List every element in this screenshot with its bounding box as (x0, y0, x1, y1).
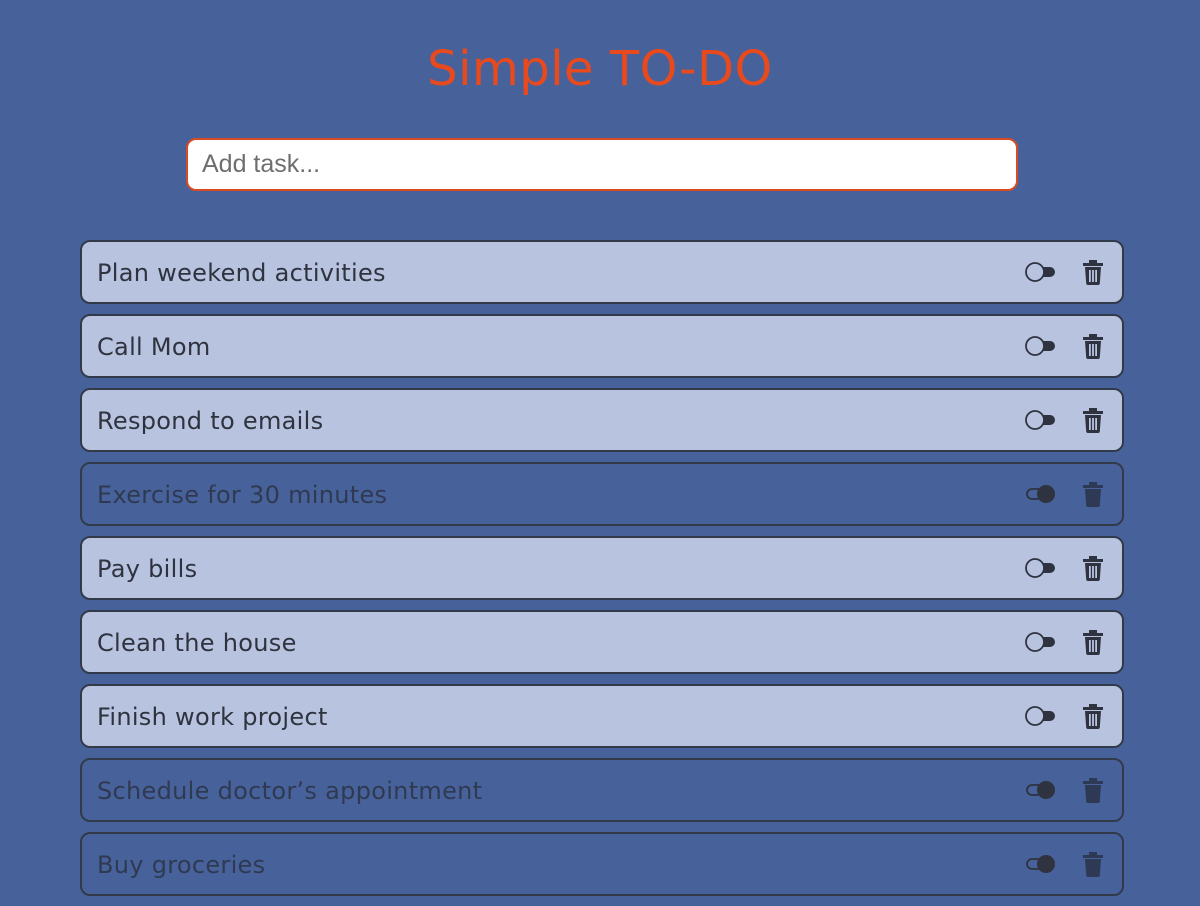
toggle-icon[interactable] (1025, 483, 1057, 505)
trash-icon[interactable] (1082, 259, 1104, 286)
task-list: Plan weekend activities Call Mom Respond… (80, 240, 1124, 906)
trash-icon[interactable] (1082, 555, 1104, 582)
task-label: Exercise for 30 minutes (97, 481, 388, 509)
task-label: Call Mom (97, 333, 211, 361)
trash-icon[interactable] (1082, 407, 1104, 434)
task-item: Schedule doctor’s appointment (80, 758, 1124, 822)
task-label: Pay bills (97, 555, 198, 583)
trash-icon[interactable] (1082, 481, 1104, 508)
trash-icon[interactable] (1082, 851, 1104, 878)
toggle-icon[interactable] (1025, 853, 1057, 875)
task-label: Buy groceries (97, 851, 266, 879)
toggle-icon[interactable] (1025, 557, 1057, 579)
task-item: Plan weekend activities (80, 240, 1124, 304)
task-item: Buy groceries (80, 832, 1124, 896)
task-label: Clean the house (97, 629, 297, 657)
toggle-icon[interactable] (1025, 705, 1057, 727)
task-item: Clean the house (80, 610, 1124, 674)
trash-icon[interactable] (1082, 703, 1104, 730)
add-task-input[interactable] (186, 138, 1018, 191)
task-item: Pay bills (80, 536, 1124, 600)
task-label: Schedule doctor’s appointment (97, 777, 483, 805)
toggle-icon[interactable] (1025, 409, 1057, 431)
task-item: Respond to emails (80, 388, 1124, 452)
toggle-icon[interactable] (1025, 261, 1057, 283)
task-label: Plan weekend activities (97, 259, 386, 287)
task-label: Respond to emails (97, 407, 324, 435)
task-item: Exercise for 30 minutes (80, 462, 1124, 526)
page-title: Simple TO-DO (427, 41, 773, 97)
trash-icon[interactable] (1082, 777, 1104, 804)
toggle-icon[interactable] (1025, 335, 1057, 357)
task-item: Call Mom (80, 314, 1124, 378)
task-label: Finish work project (97, 703, 328, 731)
trash-icon[interactable] (1082, 629, 1104, 656)
toggle-icon[interactable] (1025, 779, 1057, 801)
task-item: Finish work project (80, 684, 1124, 748)
toggle-icon[interactable] (1025, 631, 1057, 653)
trash-icon[interactable] (1082, 333, 1104, 360)
